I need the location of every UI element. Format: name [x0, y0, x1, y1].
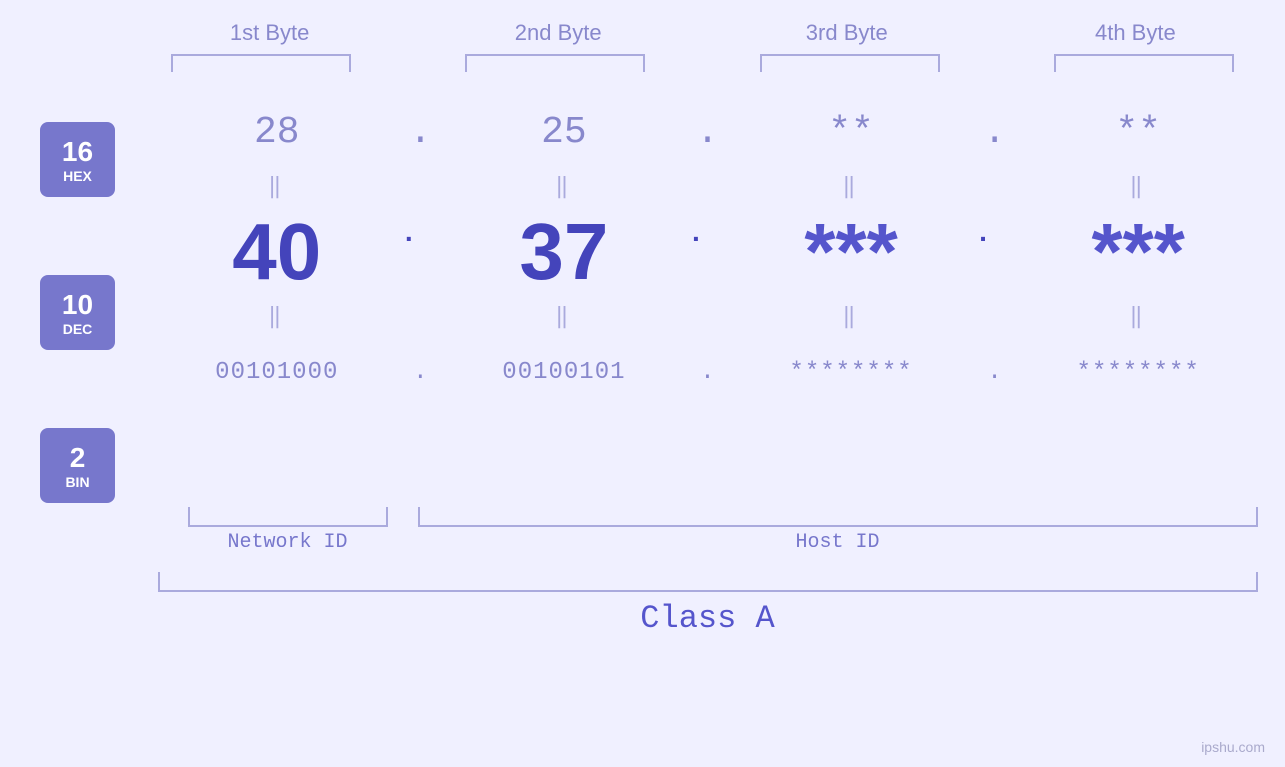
bin-label: BIN [65, 474, 89, 490]
bin-byte1: 00101000 [215, 359, 338, 386]
bin-dot1: . [413, 359, 427, 386]
bracket-class-a [158, 572, 1258, 592]
eq-hex-dec-4: ‖ [1130, 175, 1147, 200]
bin-dot2: . [700, 359, 714, 386]
bin-number: 2 [70, 442, 86, 474]
bin-dot3: . [987, 359, 1001, 386]
watermark: ipshu.com [1201, 739, 1265, 755]
hex-label: HEX [63, 168, 92, 184]
dec-label: DEC [63, 321, 93, 337]
eq-hex-dec-3: ‖ [842, 175, 859, 200]
bin-byte2: 00100101 [502, 359, 625, 386]
dec-byte2: 37 [519, 207, 608, 296]
bin-byte4: ******** [1077, 359, 1200, 386]
hex-dot2: . [696, 111, 719, 154]
eq-hex-dec-2: ‖ [555, 175, 572, 200]
dec-byte1: 40 [232, 207, 321, 296]
eq-dec-bin-3: ‖ [842, 305, 859, 330]
bracket-byte2 [465, 54, 645, 72]
byte3-header: 3rd Byte [737, 20, 957, 46]
bracket-host-id [418, 507, 1258, 527]
dec-dot3: . [975, 219, 992, 250]
hex-badge: 16 HEX [40, 122, 115, 197]
eq-dec-bin-1: ‖ [268, 305, 285, 330]
byte1-header: 1st Byte [160, 20, 380, 46]
eq-dec-bin-4: ‖ [1130, 305, 1147, 330]
dec-byte4: *** [1091, 207, 1184, 296]
bin-badge: 2 BIN [40, 428, 115, 503]
dec-byte3: *** [804, 207, 897, 296]
dec-badge: 10 DEC [40, 275, 115, 350]
eq-hex-dec-1: ‖ [268, 175, 285, 200]
hex-dot1: . [409, 111, 432, 154]
hex-byte1: 28 [254, 111, 300, 154]
hex-byte3: ** [828, 111, 874, 154]
network-id-label: Network ID [227, 531, 347, 554]
hex-byte2: 25 [541, 111, 587, 154]
bin-byte3: ******** [789, 359, 912, 386]
host-id-label: Host ID [795, 531, 879, 554]
eq-dec-bin-2: ‖ [555, 305, 572, 330]
bracket-byte4 [1054, 54, 1234, 72]
hex-number: 16 [62, 136, 93, 168]
dec-number: 10 [62, 289, 93, 321]
hex-byte4: ** [1115, 111, 1161, 154]
hex-dot3: . [983, 111, 1006, 154]
bracket-byte1 [171, 54, 351, 72]
bracket-network-id [188, 507, 388, 527]
class-label: Class A [640, 600, 774, 637]
bracket-byte3 [760, 54, 940, 72]
dec-dot1: . [400, 219, 417, 250]
byte4-header: 4th Byte [1025, 20, 1245, 46]
byte2-header: 2nd Byte [448, 20, 668, 46]
dec-dot2: . [687, 219, 704, 250]
